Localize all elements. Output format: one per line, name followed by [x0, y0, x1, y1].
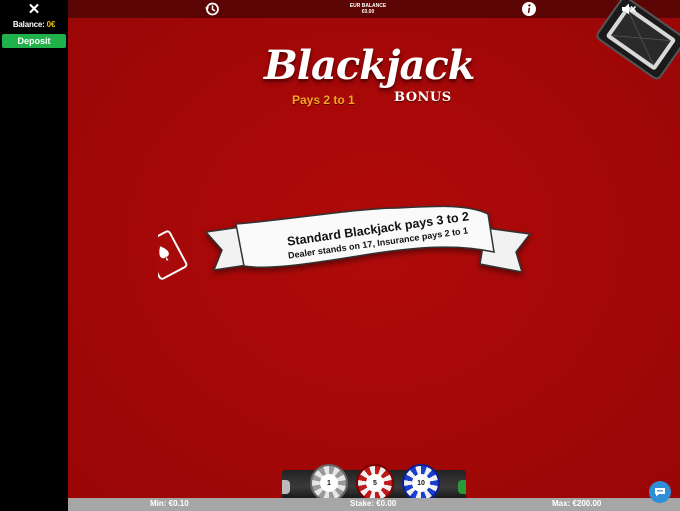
max-bet: Max: €200.00 — [552, 499, 602, 508]
balance-display: Balance: 0€ — [0, 20, 68, 29]
card-ace-spades-icon — [158, 230, 188, 280]
logo-bonus-text: BONUS — [394, 90, 452, 105]
chat-button[interactable] — [649, 481, 671, 503]
current-stake: Stake: €0.00 — [350, 499, 397, 508]
balance-label: Balance: — [12, 20, 45, 29]
sidebar: ✕ Balance: 0€ Deposit — [0, 0, 68, 511]
logo-title: Blackjack — [264, 42, 475, 89]
chip-1[interactable]: 1 — [310, 464, 348, 498]
rules-banner: Standard Blackjack pays 3 to 2 Dealer st… — [158, 200, 578, 300]
blackjack-table: EUR BALANCE €0.00 Blackjack Pays 2 to 1 … — [68, 0, 680, 498]
chip-5[interactable]: 5 — [356, 464, 394, 498]
history-icon[interactable] — [204, 1, 220, 17]
chip-5-label: 5 — [366, 474, 384, 492]
chip-edge-right — [458, 480, 466, 494]
game-logo: Blackjack Pays 2 to 1 BONUS — [264, 42, 475, 112]
bet-limits-bar: Min: €0.10 Stake: €0.00 Max: €200.00 — [68, 498, 680, 511]
balance-amount: 0€ — [46, 20, 56, 29]
speaker-mute-icon[interactable] — [621, 2, 637, 16]
eur-balance: EUR BALANCE €0.00 — [330, 3, 406, 15]
info-icon[interactable] — [521, 1, 537, 17]
ribbon-graphic — [158, 205, 532, 280]
chip-selector: 1 5 10 — [282, 464, 466, 498]
chip-edge-left — [282, 480, 290, 494]
min-bet: Min: €0.10 — [150, 499, 189, 508]
chip-1-label: 1 — [320, 474, 338, 492]
logo-pays-text: Pays 2 to 1 — [292, 93, 355, 107]
chat-bubble-icon — [655, 488, 665, 497]
close-icon[interactable]: ✕ — [26, 2, 42, 18]
chip-10-label: 10 — [412, 474, 430, 492]
deposit-button[interactable]: Deposit — [2, 34, 66, 48]
eur-balance-value: €0.00 — [361, 9, 375, 15]
chip-10[interactable]: 10 — [402, 464, 440, 498]
